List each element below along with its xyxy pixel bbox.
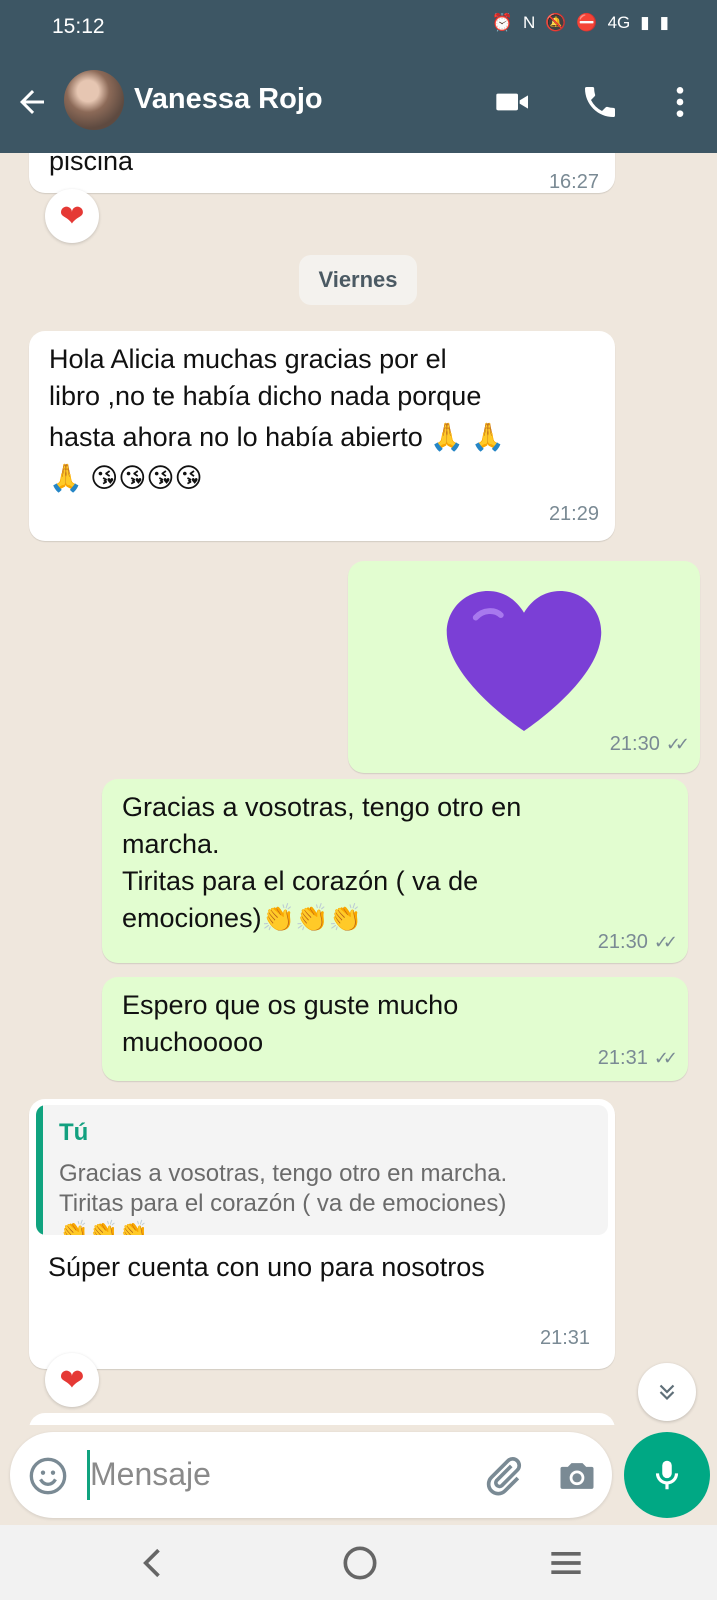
nav-back-icon[interactable] — [131, 1541, 175, 1585]
message-incoming[interactable] — [29, 1413, 615, 1425]
purple-heart-emoji — [446, 591, 602, 731]
message-text: Hola Alicia muchas gracias por el libro … — [49, 341, 609, 497]
message-incoming[interactable]: piscina 16:27 — [29, 153, 615, 193]
nav-recents-icon[interactable] — [544, 1541, 588, 1585]
quote-line: Tiritas para el corazón ( va de emocione… — [59, 1190, 507, 1217]
message-meta: 21:30 ✓✓ — [609, 733, 690, 756]
chevron-double-down-icon — [659, 1384, 675, 1401]
heart-reaction-icon[interactable]: ❤ — [45, 1353, 99, 1407]
message-time: 21:30 — [609, 733, 660, 755]
message-input-placeholder[interactable]: Mensaje — [90, 1456, 211, 1493]
message-meta: 21:31 ✓✓ — [597, 1047, 678, 1070]
do-not-disturb-icon: ⛔ — [576, 13, 598, 32]
message-time: 21:30 — [597, 931, 648, 953]
chat-area[interactable]: piscina 16:27 ❤ Viernes Hola Alicia much… — [0, 153, 717, 1425]
battery-icon: ▮ — [659, 13, 669, 32]
back-arrow-icon[interactable] — [14, 84, 50, 120]
message-outgoing[interactable]: 21:30 ✓✓ — [348, 561, 700, 773]
scroll-to-bottom-button[interactable] — [638, 1363, 696, 1421]
more-vert-icon[interactable] — [660, 82, 700, 122]
message-text: Súper cuenta con uno para nosotros — [48, 1252, 485, 1282]
quoted-message[interactable]: Tú Gracias a vosotras, tengo otro en mar… — [36, 1105, 608, 1235]
message-line: marcha. — [122, 829, 220, 859]
message-outgoing[interactable]: Espero que os guste mucho muchooooo 21:3… — [102, 977, 688, 1081]
status-time: 15:12 — [52, 15, 105, 38]
message-time: 16:27 — [548, 171, 599, 193]
camera-icon[interactable] — [555, 1454, 599, 1498]
message-line: hasta ahora no lo había abierto 🙏 🙏 — [49, 422, 506, 452]
message-text: piscina — [49, 153, 134, 176]
message-incoming[interactable]: Hola Alicia muchas gracias por el libro … — [29, 331, 615, 541]
smile-icon[interactable] — [28, 1456, 68, 1496]
quote-line: Gracias a vosotras, tengo otro en marcha… — [59, 1160, 508, 1187]
message-time: 21:31 — [540, 1327, 591, 1349]
message-composer[interactable]: Mensaje — [10, 1432, 612, 1518]
signal-icon: ▮ — [640, 13, 650, 32]
message-line: 🙏 😘😘😘😘 — [49, 463, 203, 493]
message-text: Gracias a vosotras, tengo otro en marcha… — [122, 789, 682, 937]
quote-author: Tú — [59, 1119, 89, 1146]
quote-bar — [36, 1105, 43, 1235]
message-time: 21:31 — [597, 1047, 648, 1069]
chat-header: Vanessa Rojo — [0, 52, 717, 153]
mic-icon — [655, 1460, 679, 1490]
message-line: Tiritas para el corazón ( va de — [122, 866, 479, 896]
contact-name[interactable]: Vanessa Rojo — [134, 83, 323, 116]
nav-home-icon[interactable] — [338, 1541, 382, 1585]
message-line: Hola Alicia muchas gracias por el — [49, 344, 447, 374]
status-bar: 15:12 ⏰ N 🔕 ⛔ 4G ▮ ▮ — [0, 0, 717, 52]
message-meta: 21:30 ✓✓ — [597, 931, 678, 954]
system-navigation-bar — [0, 1525, 717, 1600]
heart-reaction-icon[interactable]: ❤ — [45, 189, 99, 243]
status-icons: ⏰ N 🔕 ⛔ 4G ▮ ▮ — [492, 13, 669, 33]
phone-icon[interactable] — [580, 82, 620, 122]
paperclip-icon[interactable] — [481, 1454, 525, 1498]
double-check-icon: ✓✓ — [653, 1048, 678, 1068]
double-check-icon: ✓✓ — [665, 734, 690, 754]
silent-icon: 🔕 — [545, 13, 567, 32]
message-outgoing[interactable]: Gracias a vosotras, tengo otro en marcha… — [102, 779, 688, 963]
alarm-icon: ⏰ — [491, 13, 513, 32]
double-check-icon: ✓✓ — [653, 932, 678, 952]
voice-record-button[interactable] — [624, 1432, 710, 1518]
message-line: Espero que os guste mucho — [122, 990, 459, 1020]
message-time: 21:29 — [548, 503, 599, 525]
video-call-icon[interactable] — [493, 82, 533, 122]
nfc-icon: N — [522, 13, 536, 32]
message-line: Gracias a vosotras, tengo otro en — [122, 792, 522, 822]
message-line: libro ,no te había dicho nada porque — [49, 381, 482, 411]
quote-text: Gracias a vosotras, tengo otro en marcha… — [59, 1159, 599, 1235]
network-label: 4G — [607, 13, 631, 32]
quote-line: 👏👏👏 — [59, 1220, 149, 1235]
contact-avatar[interactable] — [64, 70, 124, 130]
day-separator: Viernes — [299, 255, 417, 305]
